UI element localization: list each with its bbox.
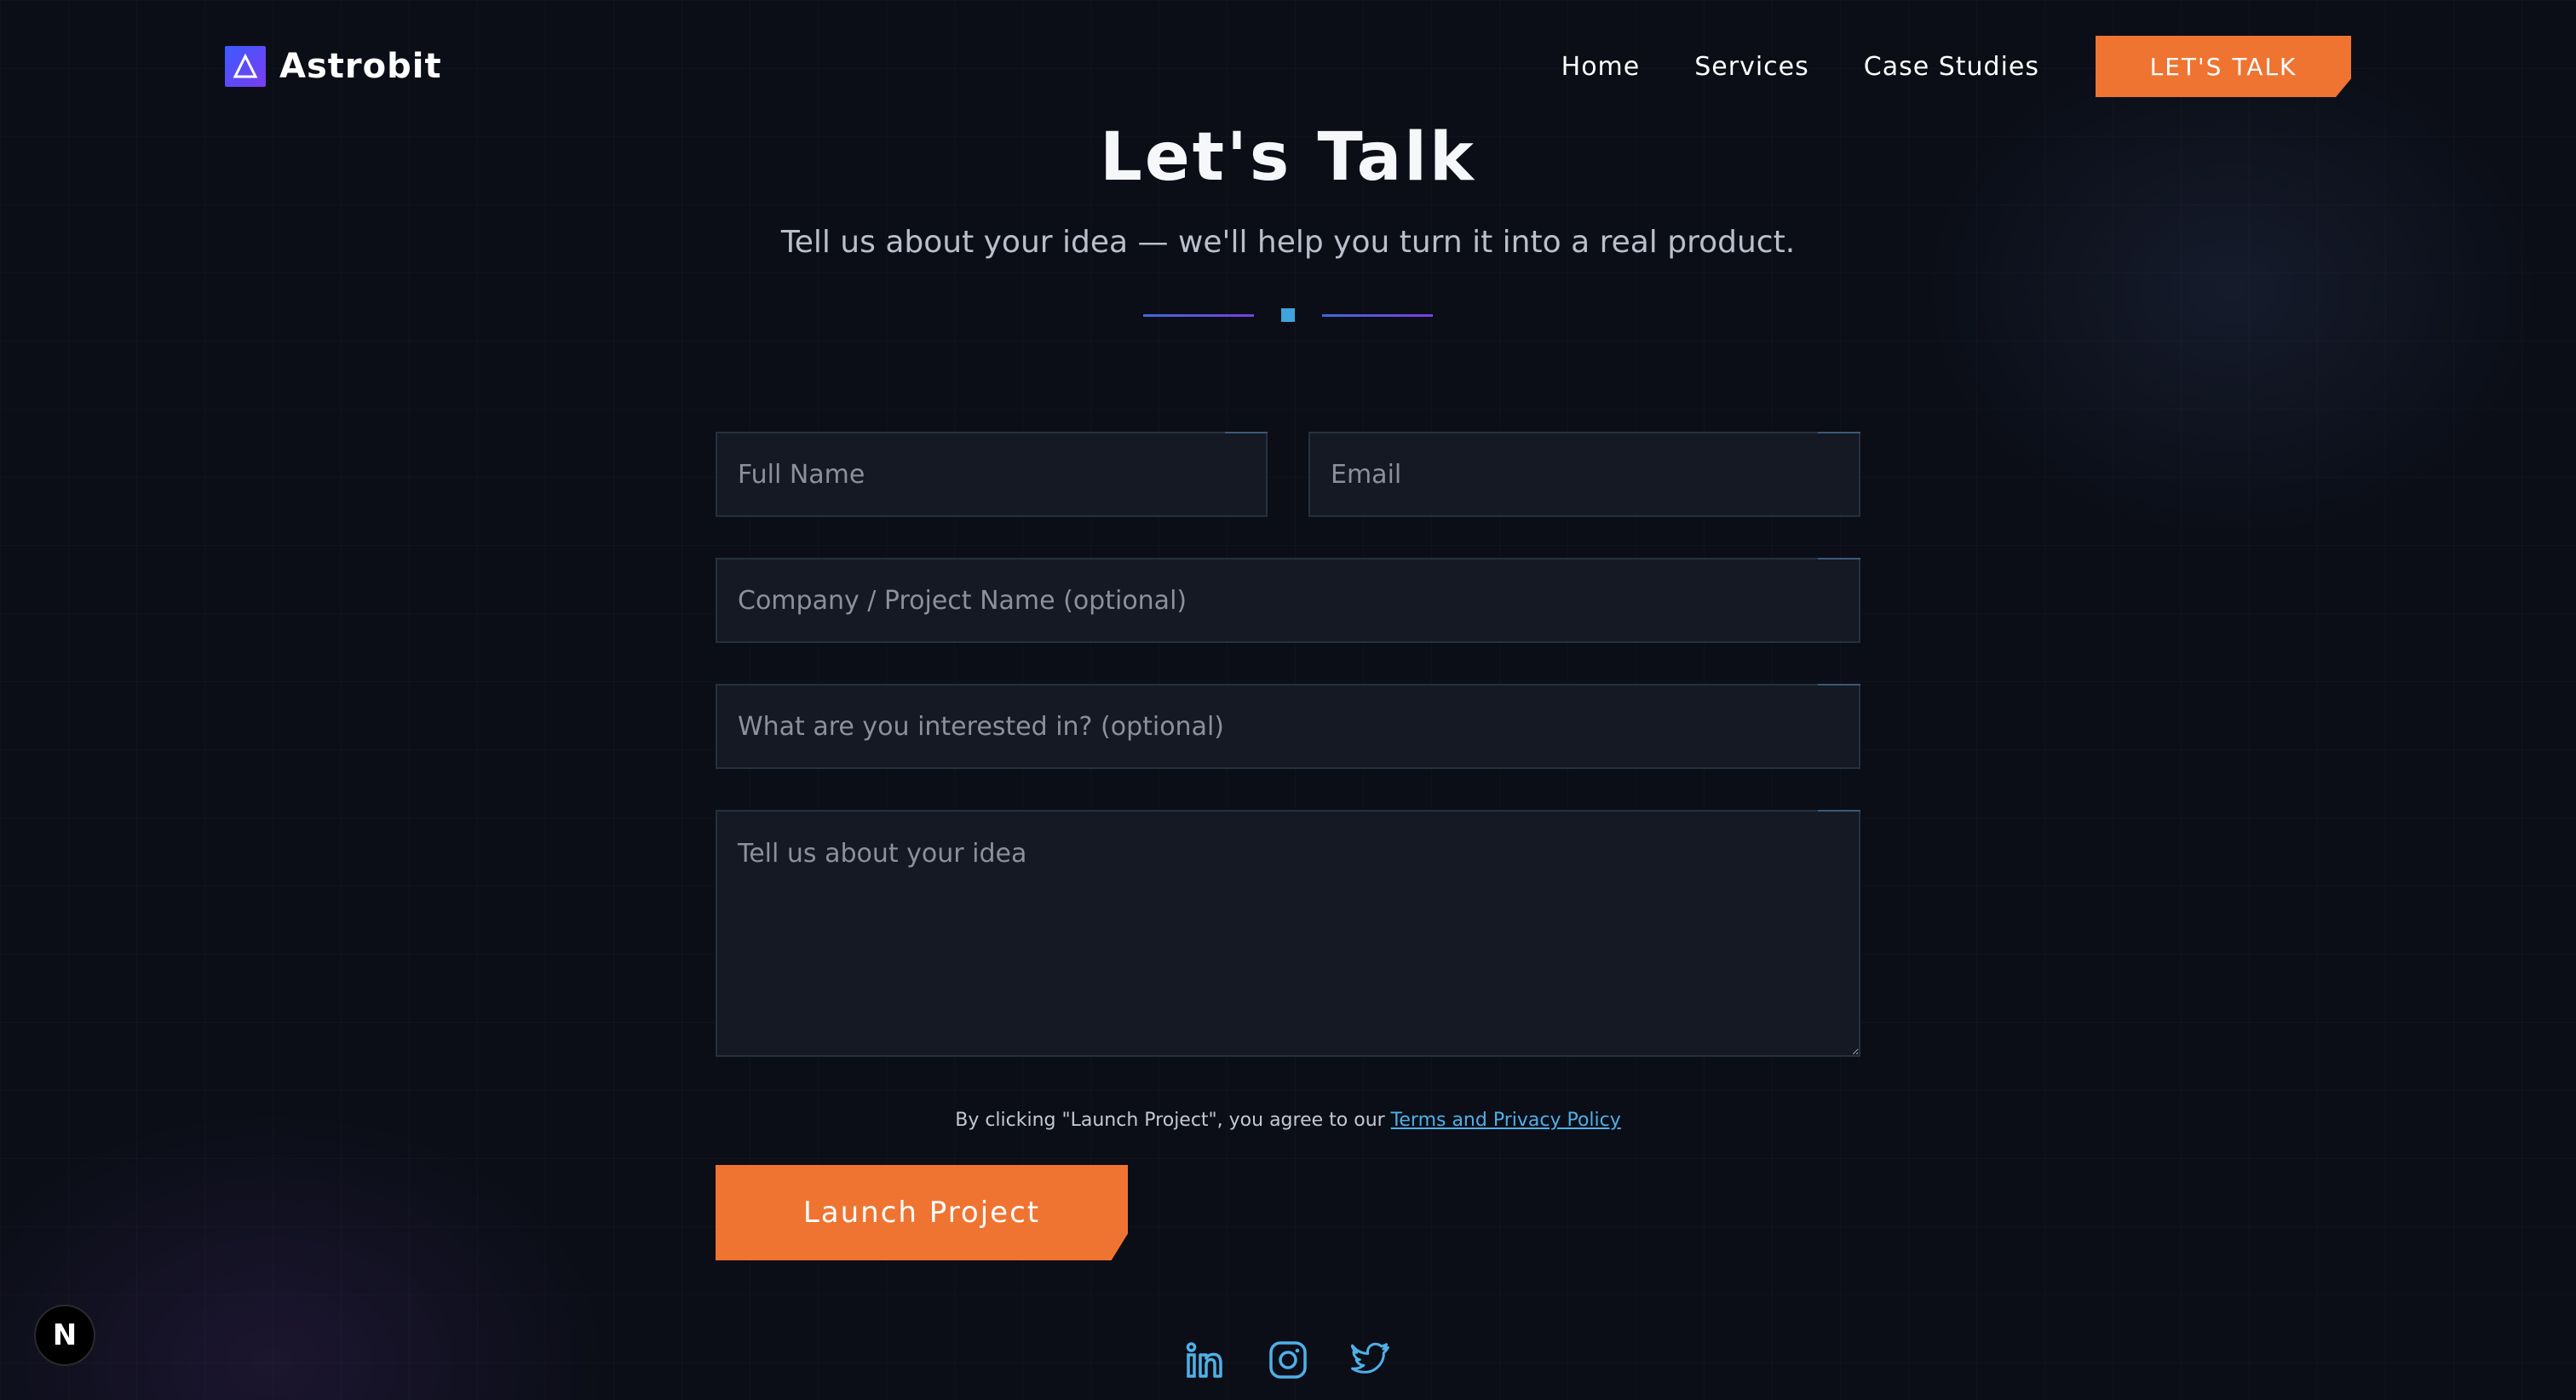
divider-dot <box>1281 308 1295 322</box>
divider-line-right <box>1322 313 1433 317</box>
launch-project-button[interactable]: Launch Project <box>716 1165 1128 1260</box>
terms-privacy-link[interactable]: Terms and Privacy Policy <box>1391 1110 1621 1131</box>
divider-line-left <box>1143 313 1254 317</box>
brand[interactable]: Astrobit <box>225 46 442 87</box>
brand-name: Astrobit <box>279 47 442 86</box>
nav-link-services[interactable]: Services <box>1694 52 1809 82</box>
page: Astrobit Home Services Case Studies LET'… <box>0 0 2576 1400</box>
section-divider <box>0 308 2576 322</box>
field-accent <box>1818 810 1860 812</box>
linkedin-icon[interactable] <box>1183 1339 1226 1381</box>
delta-triangle-icon <box>225 46 266 87</box>
field-accent <box>1818 432 1860 433</box>
page-title: Let's Talk <box>1100 119 1476 196</box>
social-links <box>0 1339 2576 1381</box>
company-input[interactable] <box>716 558 1860 643</box>
field-accent <box>1225 432 1268 433</box>
page-subtitle: Tell us about your idea — we'll help you… <box>780 225 1796 260</box>
nav-link-home[interactable]: Home <box>1561 52 1641 82</box>
instagram-icon[interactable] <box>1267 1339 1309 1381</box>
nav-link-case-studies[interactable]: Case Studies <box>1864 52 2039 82</box>
terms-notice-text: By clicking "Launch Project", you agree … <box>955 1110 1391 1131</box>
email-input[interactable] <box>1308 432 1860 517</box>
terms-notice: By clicking "Launch Project", you agree … <box>716 1110 1860 1131</box>
field-accent <box>1818 558 1860 559</box>
idea-textarea[interactable] <box>716 810 1860 1057</box>
twitter-icon[interactable] <box>1350 1339 1393 1381</box>
interest-input[interactable] <box>716 684 1860 769</box>
field-accent <box>1818 684 1860 686</box>
header: Astrobit Home Services Case Studies LET'… <box>225 34 2351 99</box>
main-nav: Home Services Case Studies LET'S TALK <box>1507 36 2351 97</box>
full-name-input[interactable] <box>716 432 1268 517</box>
lets-talk-button[interactable]: LET'S TALK <box>2096 36 2351 97</box>
dev-tools-badge[interactable]: N <box>34 1305 95 1366</box>
